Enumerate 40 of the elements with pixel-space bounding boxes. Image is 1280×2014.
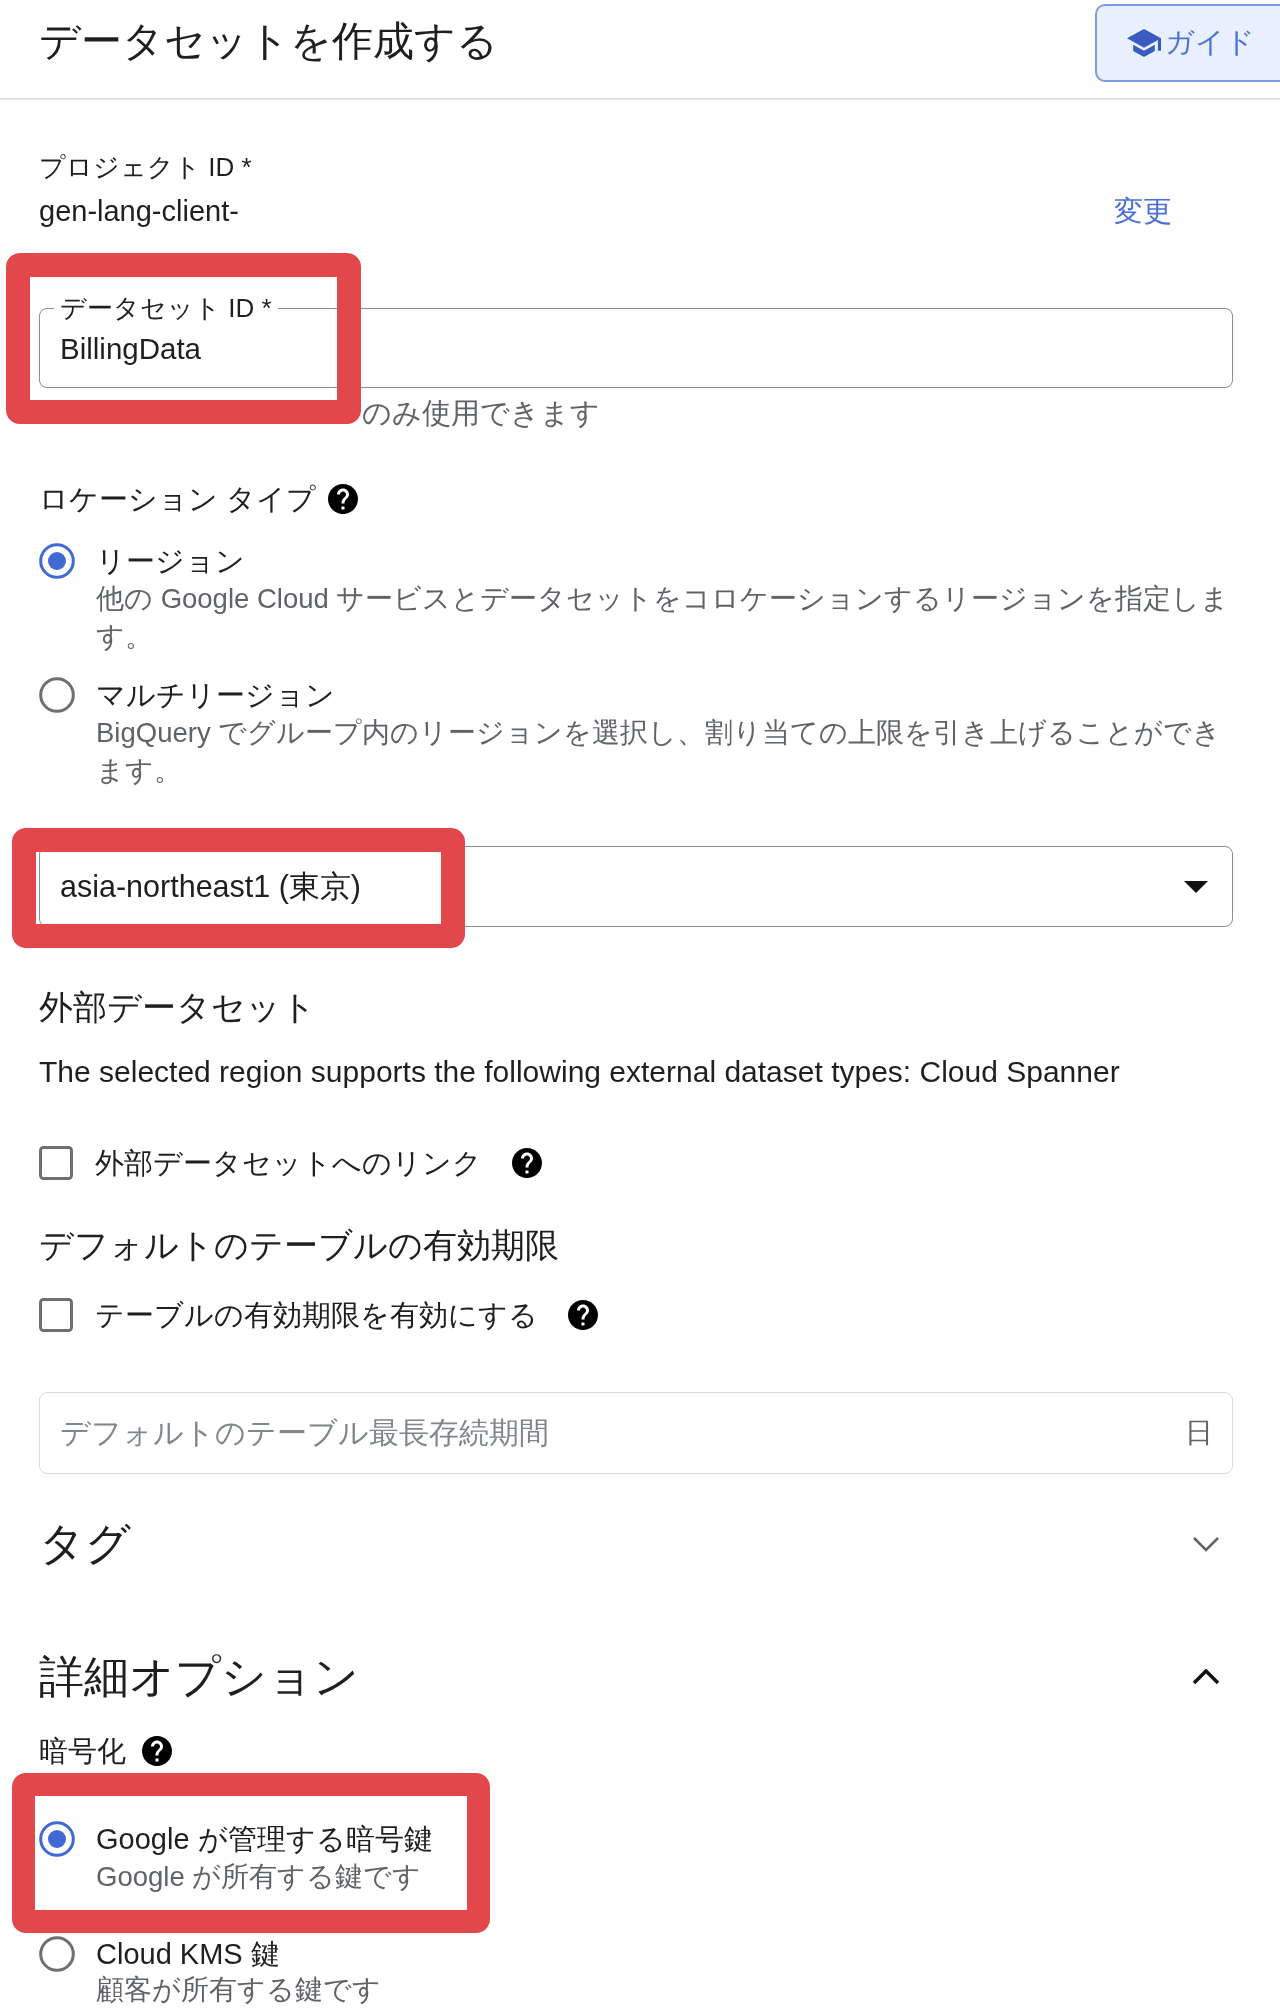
radio-button[interactable]	[39, 1936, 75, 1972]
chevron-down-icon[interactable]	[1192, 1536, 1220, 1552]
region-dropdown[interactable]: asia-northeast1 (東京)	[39, 846, 1233, 927]
checkbox[interactable]	[39, 1298, 73, 1332]
section-heading: 外部データセット	[39, 987, 316, 1027]
radio-description: 顧客が所有する鍵です	[96, 1973, 381, 2007]
project-id-value: gen-lang-client-	[39, 194, 239, 228]
checkbox-label: テーブルの有効期限を有効にする	[95, 1298, 538, 1333]
section-title: タグ	[39, 1518, 131, 1570]
radio-button[interactable]	[39, 677, 75, 713]
radio-button[interactable]	[39, 1821, 75, 1857]
unit-suffix: 日	[1185, 1418, 1213, 1448]
radio-label: Cloud KMS 鍵	[96, 1937, 280, 1972]
radio-button[interactable]	[39, 543, 75, 579]
checkbox-label: 外部データセットへのリンク	[95, 1146, 482, 1181]
info-text: The selected region supports the following external dataset types: Cloud Spanner	[39, 1055, 1120, 1089]
page-title: データセットを作成する	[39, 17, 498, 64]
mortarboard-icon	[1127, 29, 1161, 57]
change-link[interactable]: 変更	[1114, 194, 1172, 228]
help-icon[interactable]	[142, 1736, 172, 1766]
field-label: プロジェクト ID *	[39, 151, 252, 184]
radio-label: リージョン	[96, 544, 245, 579]
help-icon[interactable]	[328, 484, 359, 514]
chevron-up-icon[interactable]	[1192, 1669, 1220, 1685]
floating-label: データセット ID *	[59, 293, 273, 323]
radio-description: BigQuery でグループ内のリージョンを選択し、割り当ての上限を引き上げることができます。	[96, 716, 1223, 788]
radio-description: 他の Google Cloud サービスとデータセットをコロケーションするリージョンを指定します。	[96, 582, 1231, 654]
help-icon[interactable]	[568, 1300, 598, 1330]
section-heading: デフォルトのテーブルの有効期限	[39, 1225, 559, 1265]
section-label: ロケーション タイプ	[39, 482, 317, 517]
radio-label: マルチリージョン	[96, 678, 335, 713]
helper-text: のみ使用できます	[362, 398, 600, 428]
guide-button[interactable]: ガイド	[1095, 4, 1280, 82]
section-title: 詳細オプション	[39, 1651, 359, 1703]
section-label: 暗号化	[39, 1734, 126, 1768]
caret-down-icon	[1184, 880, 1208, 893]
radio-description: Google が所有する鍵です	[96, 1860, 422, 1894]
radio-label: Google が管理する暗号鍵	[96, 1822, 433, 1857]
help-icon[interactable]	[512, 1148, 542, 1178]
checkbox[interactable]	[39, 1146, 73, 1180]
